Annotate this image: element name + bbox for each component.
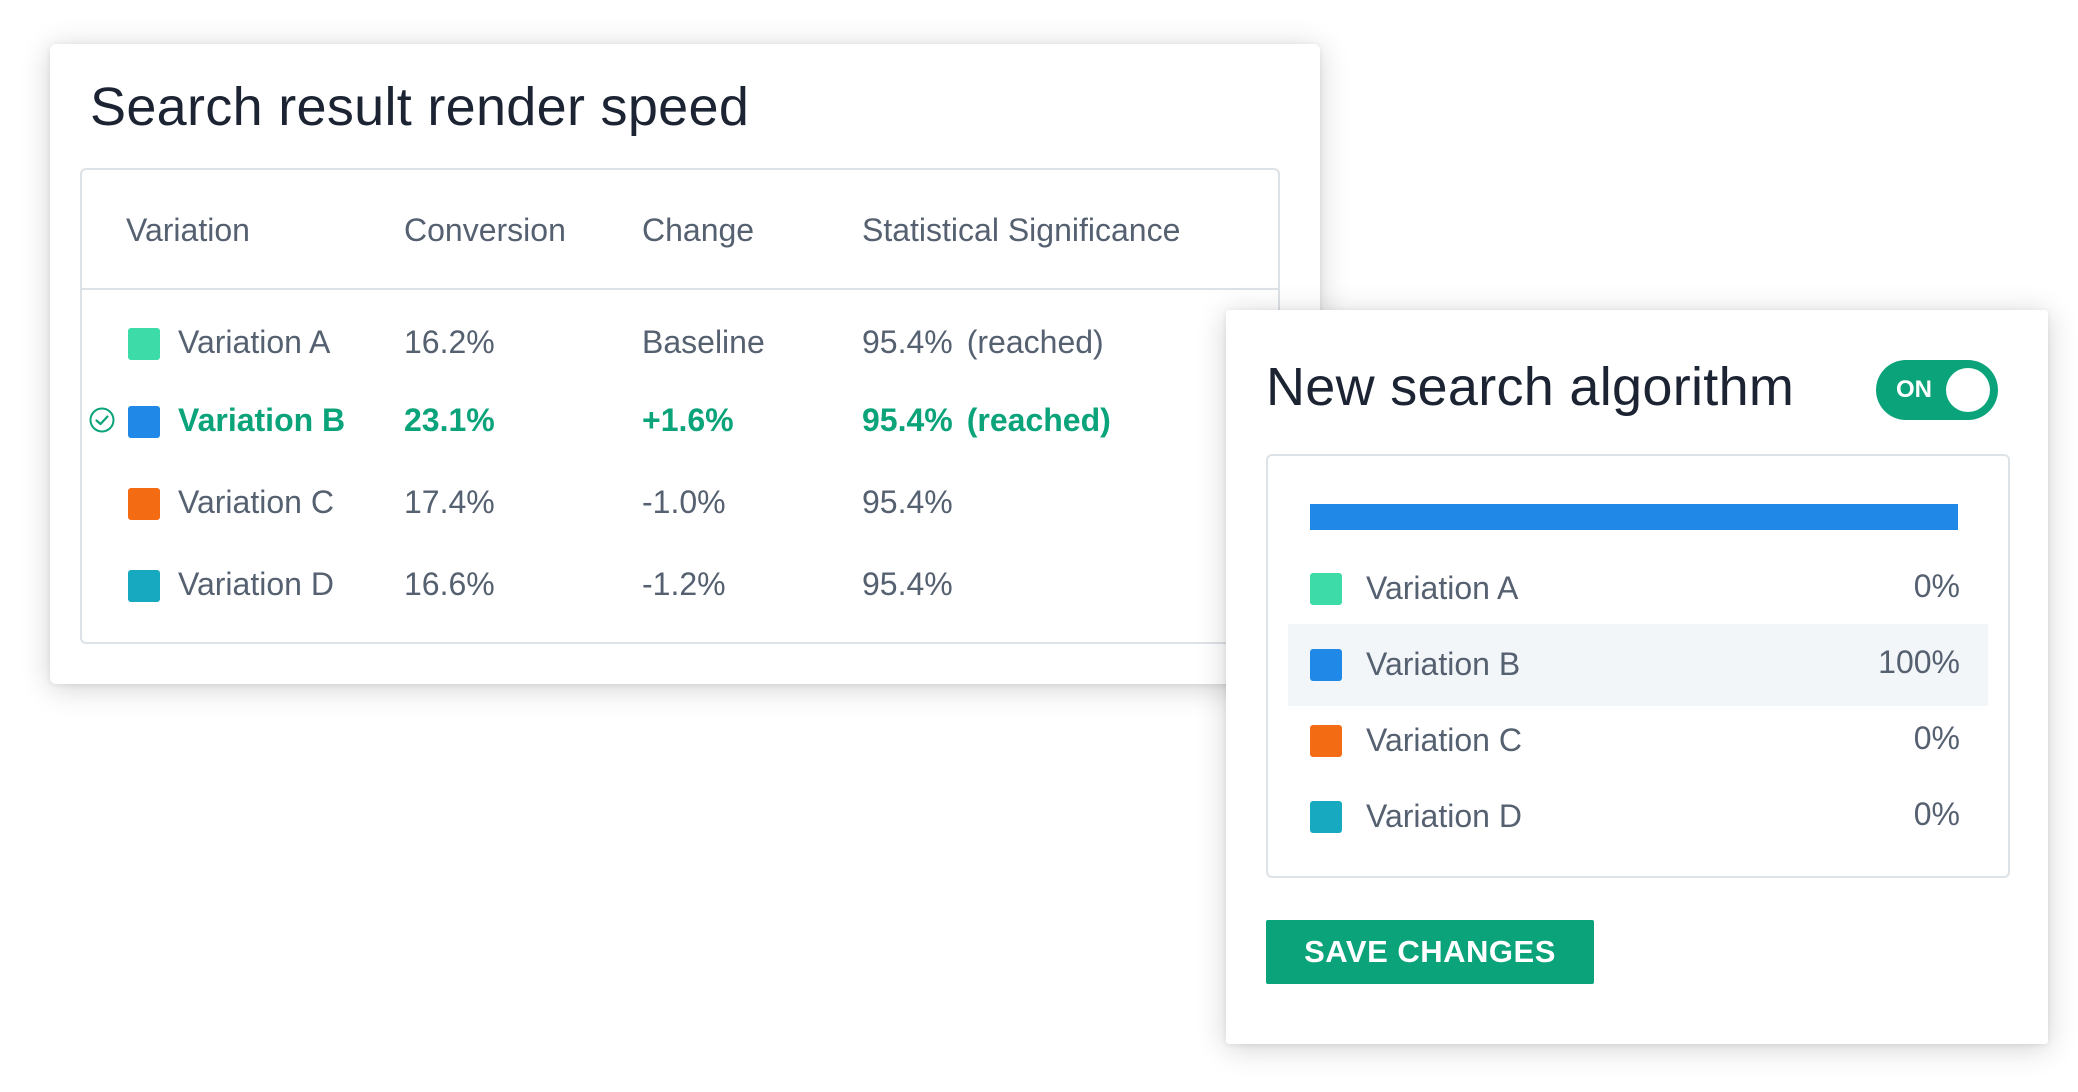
significance-cell: 95.4% (reached) <box>862 324 1104 361</box>
table-row[interactable]: Variation A 16.2% Baseline 95.4% (reached… <box>82 302 1278 384</box>
allocation-percent: 0% <box>1913 720 1960 756</box>
variation-name: Variation A <box>1366 570 1519 606</box>
column-header-change: Change <box>642 212 755 248</box>
conversion-value: 23.1% <box>404 402 495 438</box>
toggle-label: ON <box>1896 376 1932 403</box>
conversion-value: 17.4% <box>404 484 495 520</box>
significance-value: 95.4% <box>862 324 953 360</box>
column-header-significance: Statistical Significance <box>862 212 1181 248</box>
experiment-toggle[interactable]: ON <box>1876 360 1998 420</box>
variation-name: Variation C <box>178 484 334 520</box>
allocation-percent: 0% <box>1913 568 1960 604</box>
allocation-row[interactable]: Variation C 0% <box>1288 700 1988 782</box>
results-card: Search result render speed Variation Con… <box>50 44 1320 684</box>
variation-name: Variation D <box>1366 798 1522 834</box>
significance-value: 95.4% <box>862 484 953 520</box>
traffic-allocation-panel: Variation A 0% Variation B 100% Variatio… <box>1266 454 2010 878</box>
change-value: Baseline <box>642 324 765 360</box>
change-value: -1.0% <box>642 484 726 520</box>
variation-color-swatch <box>128 488 160 520</box>
save-changes-button[interactable]: SAVE CHANGES <box>1266 920 1594 984</box>
conversion-value: 16.2% <box>404 324 495 360</box>
significance-cell: 95.4% (reached) <box>862 402 1111 439</box>
significance-status: (reached) <box>966 402 1111 438</box>
variation-name: Variation C <box>1366 722 1522 758</box>
variation-color-swatch <box>1310 573 1342 605</box>
change-value: -1.2% <box>642 566 726 602</box>
variation-color-swatch <box>1310 801 1342 833</box>
allocation-bar <box>1310 504 1958 530</box>
table-row[interactable]: Variation C 17.4% -1.0% 95.4% <box>82 462 1278 544</box>
variation-color-swatch <box>1310 725 1342 757</box>
allocation-row[interactable]: Variation A 0% <box>1288 548 1988 630</box>
results-title: Search result render speed <box>90 77 750 137</box>
significance-status: (reached) <box>966 324 1104 360</box>
change-value: +1.6% <box>642 402 734 438</box>
experiment-title: New search algorithm <box>1266 357 1795 417</box>
variation-name: Variation A <box>178 324 331 360</box>
variation-name: Variation B <box>178 402 346 438</box>
variation-color-swatch <box>128 570 160 602</box>
allocation-bar-fill <box>1310 504 1958 530</box>
conversion-value: 16.6% <box>404 566 495 602</box>
allocation-percent: 0% <box>1913 796 1960 832</box>
table-row[interactable]: Variation D 16.6% -1.2% 95.4% <box>82 544 1278 626</box>
variation-color-swatch <box>128 406 160 438</box>
column-header-conversion: Conversion <box>404 212 566 248</box>
results-table: Variation Conversion Change Statistical … <box>80 168 1280 644</box>
table-header: Variation Conversion Change Statistical … <box>82 170 1278 290</box>
variation-color-swatch <box>128 328 160 360</box>
check-circle-icon <box>89 407 115 433</box>
table-row-winner[interactable]: Variation B 23.1% +1.6% 95.4% (reached) <box>82 380 1278 462</box>
column-header-variation: Variation <box>126 212 250 248</box>
variation-name: Variation D <box>178 566 334 602</box>
significance-value: 95.4% <box>862 402 953 438</box>
toggle-knob <box>1946 368 1990 412</box>
variation-name: Variation B <box>1366 646 1521 682</box>
variation-color-swatch <box>1310 649 1342 681</box>
significance-value: 95.4% <box>862 566 953 602</box>
allocation-row[interactable]: Variation B 100% <box>1288 624 1988 706</box>
allocation-row[interactable]: Variation D 0% <box>1288 776 1988 858</box>
allocation-percent: 100% <box>1878 644 1960 680</box>
experiment-control-card: New search algorithm ON Variation A 0% V… <box>1226 310 2048 1044</box>
